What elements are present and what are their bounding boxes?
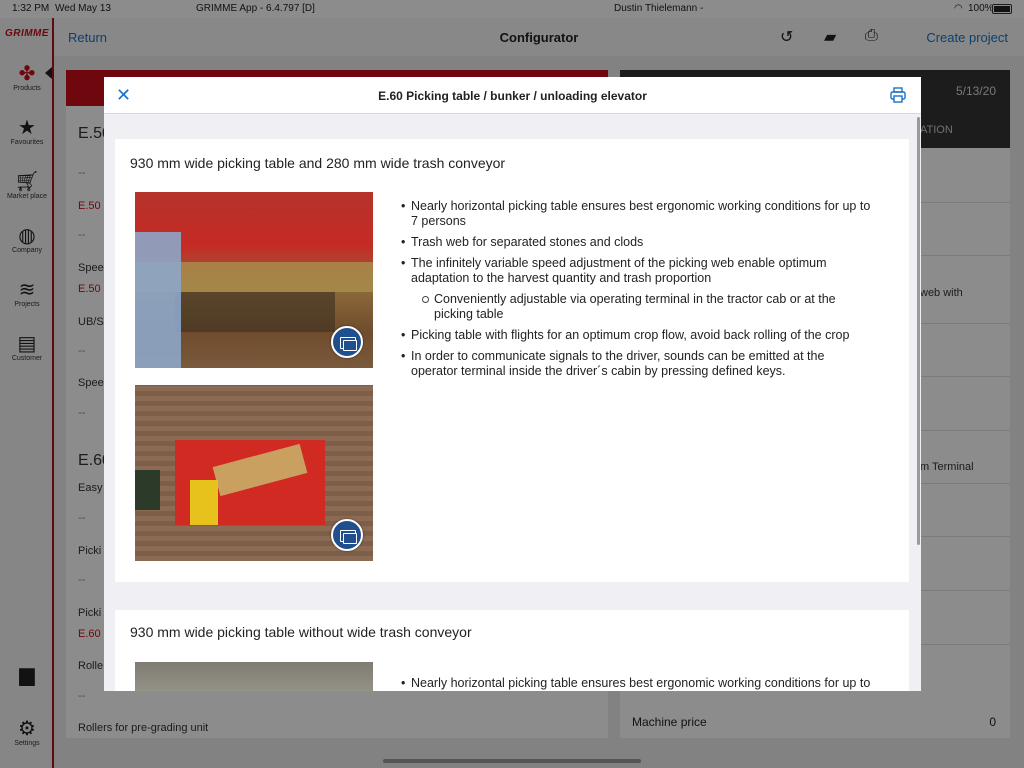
feature-list: Nearly horizontal picking table ensures … [401, 676, 871, 691]
option-card-title: 930 mm wide picking table without wide t… [130, 624, 472, 640]
modal-scrollbar[interactable] [917, 117, 920, 545]
feature-item: In order to communicate signals to the d… [401, 349, 871, 379]
picking-table-photo[interactable] [135, 192, 373, 368]
option-card-title: 930 mm wide picking table and 280 mm wid… [130, 155, 506, 171]
feature-item: Picking table with flights for an optimu… [401, 328, 871, 343]
info-modal: ✕ E.60 Picking table / bunker / unloadin… [104, 77, 921, 691]
feature-item: Nearly horizontal picking table ensures … [401, 676, 871, 691]
gallery-icon[interactable] [331, 519, 363, 551]
feature-item: Nearly horizontal picking table ensures … [401, 199, 871, 229]
option-card: 930 mm wide picking table and 280 mm wid… [115, 139, 909, 582]
option-card: 930 mm wide picking table without wide t… [115, 610, 909, 691]
sub-feature-list: Conveniently adjustable via operating te… [411, 292, 871, 322]
sub-feature-item: Conveniently adjustable via operating te… [411, 292, 871, 322]
modal-body[interactable]: 930 mm wide picking table and 280 mm wid… [104, 115, 921, 691]
feature-list: Nearly horizontal picking table ensures … [401, 199, 871, 385]
feature-item: Trash web for separated stones and clods [401, 235, 871, 250]
modal-header: ✕ E.60 Picking table / bunker / unloadin… [104, 77, 921, 114]
modal-title: E.60 Picking table / bunker / unloading … [378, 89, 647, 103]
aerial-machine-photo[interactable] [135, 385, 373, 561]
gallery-icon[interactable] [331, 326, 363, 358]
home-indicator[interactable] [383, 759, 641, 763]
printer-icon[interactable] [890, 87, 906, 103]
feature-item: The infinitely variable speed adjustment… [401, 256, 871, 322]
field-photo[interactable] [135, 662, 373, 691]
